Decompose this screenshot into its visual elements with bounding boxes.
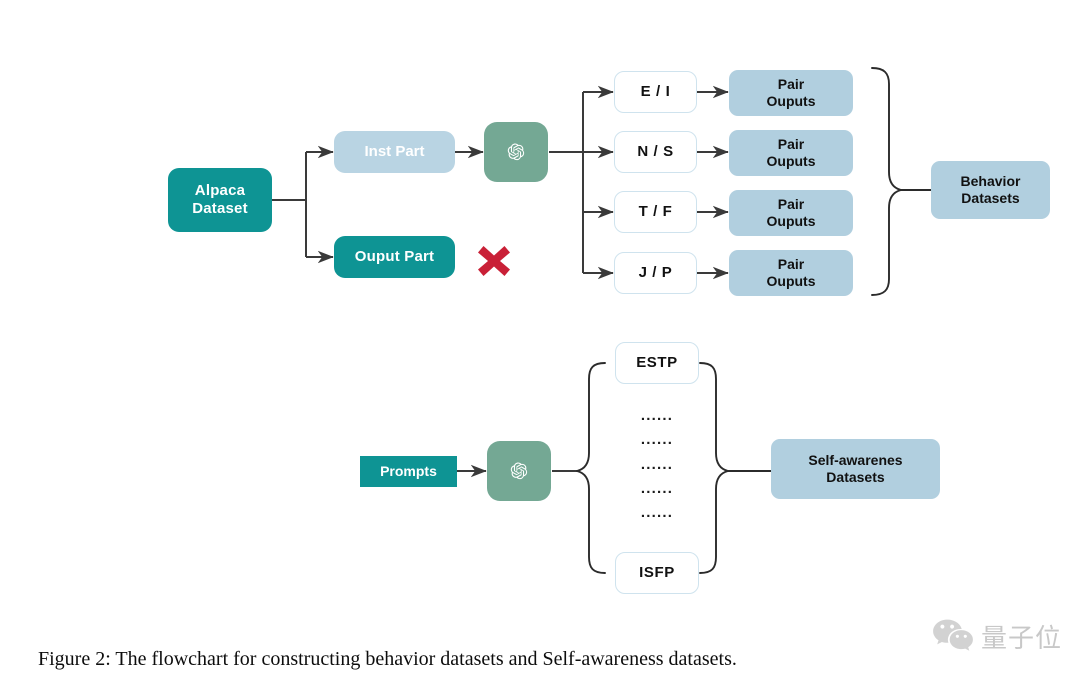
- pair-ouputs-tf-label: Pair Ouputs: [767, 196, 816, 229]
- pair-ouputs-ei-label: Pair Ouputs: [767, 76, 816, 109]
- ellipsis-group: ...... ...... ...... ...... ......: [615, 408, 699, 520]
- pair-ei-line-1: Pair: [777, 76, 805, 93]
- node-alpaca-dataset[interactable]: Alpaca Dataset: [168, 168, 272, 232]
- behavior-datasets-label: Behavior Datasets: [961, 173, 1021, 206]
- x-mark-icon: [476, 244, 512, 283]
- ellipsis-row-3: ......: [640, 455, 674, 473]
- pair-ouputs-ns-label: Pair Ouputs: [767, 136, 816, 169]
- figure-canvas: Alpaca Dataset Inst Part Ouput Part E / …: [0, 0, 1080, 695]
- ellipsis-row-4: ......: [640, 479, 674, 497]
- dichotomy-ei-label: E / I: [640, 83, 671, 101]
- self-awareness-line-1: Self-awarenes: [808, 452, 903, 469]
- ellipsis-row-2: ......: [640, 431, 674, 449]
- node-dichotomy-ei[interactable]: E / I: [614, 71, 697, 113]
- node-dichotomy-ns[interactable]: N / S: [614, 131, 697, 173]
- node-type-isfp[interactable]: ISFP: [615, 552, 699, 594]
- node-behavior-datasets[interactable]: Behavior Datasets: [931, 161, 1050, 219]
- node-ouput-part[interactable]: Ouput Part: [334, 236, 455, 278]
- watermark-text: 量子位: [980, 623, 1062, 654]
- alpaca-dataset-label: Alpaca Dataset: [192, 182, 248, 217]
- node-type-estp[interactable]: ESTP: [615, 342, 699, 384]
- node-dichotomy-jp[interactable]: J / P: [614, 252, 697, 294]
- node-inst-part[interactable]: Inst Part: [334, 131, 455, 173]
- prompts-label: Prompts: [380, 463, 437, 480]
- alpaca-line-1: Alpaca: [194, 182, 246, 200]
- pair-jp-line-2: Ouputs: [766, 273, 816, 289]
- brace-selfawareness: [699, 362, 729, 574]
- ouput-part-label: Ouput Part: [354, 248, 435, 266]
- node-pair-ouputs-ei[interactable]: Pair Ouputs: [729, 70, 853, 116]
- alpaca-line-2: Dataset: [192, 200, 248, 217]
- node-pair-ouputs-ns[interactable]: Pair Ouputs: [729, 130, 853, 176]
- brace-types: [576, 362, 606, 574]
- openai-logo-icon: [484, 122, 548, 182]
- node-self-awareness-datasets[interactable]: Self-awarenes Datasets: [771, 439, 940, 499]
- ellipsis-row-1: ......: [640, 407, 674, 424]
- self-awareness-line-2: Datasets: [826, 469, 885, 485]
- pair-ns-line-1: Pair: [777, 136, 805, 153]
- inst-part-label: Inst Part: [364, 143, 425, 161]
- pair-ei-line-2: Ouputs: [766, 93, 816, 109]
- node-pair-ouputs-tf[interactable]: Pair Ouputs: [729, 190, 853, 236]
- pair-tf-line-1: Pair: [777, 196, 805, 213]
- pair-jp-line-1: Pair: [777, 256, 805, 273]
- openai-logo-icon-2: [487, 441, 551, 501]
- type-estp-label: ESTP: [636, 354, 678, 372]
- ellipsis-row-5: ......: [640, 504, 674, 521]
- dichotomy-tf-label: T / F: [638, 203, 673, 221]
- behavior-line-1: Behavior: [960, 173, 1021, 190]
- self-awareness-datasets-label: Self-awarenes Datasets: [808, 452, 902, 485]
- pair-tf-line-2: Ouputs: [766, 213, 816, 229]
- figure-caption: Figure 2: The flowchart for constructing…: [38, 648, 737, 670]
- node-pair-ouputs-jp[interactable]: Pair Ouputs: [729, 250, 853, 296]
- node-prompts[interactable]: Prompts: [360, 456, 457, 487]
- pair-ouputs-jp-label: Pair Ouputs: [767, 256, 816, 289]
- dichotomy-ns-label: N / S: [637, 143, 674, 161]
- brace-behavior: [871, 67, 902, 296]
- dichotomy-jp-label: J / P: [638, 264, 673, 282]
- type-isfp-label: ISFP: [639, 564, 675, 582]
- behavior-line-2: Datasets: [961, 190, 1020, 206]
- pair-ns-line-2: Ouputs: [766, 153, 816, 169]
- connector-layer: [272, 67, 932, 574]
- node-dichotomy-tf[interactable]: T / F: [614, 191, 697, 233]
